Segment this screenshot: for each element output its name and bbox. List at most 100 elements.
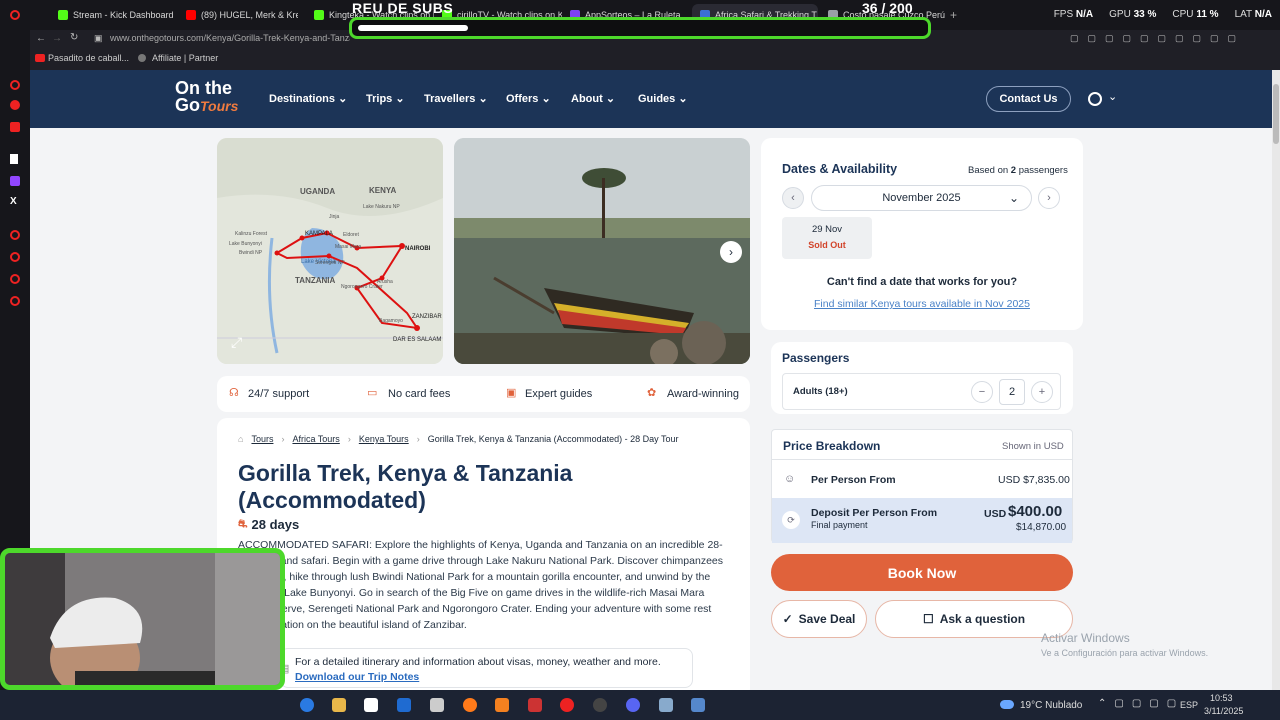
subs-counter: 36 / 200 [862,0,913,16]
sidebar-app-icon[interactable] [10,230,20,240]
sidebar-app-icon[interactable] [10,122,20,132]
globe-icon [138,54,146,62]
price-breakdown-card: Price Breakdown Shown in USD ☺ Per Perso… [771,429,1073,543]
lock-icon: ▣ [94,33,103,43]
back-icon[interactable]: ← [36,33,46,44]
reload-icon[interactable]: ↻ [70,32,78,43]
outlook-icon[interactable] [397,698,411,712]
next-month-button[interactable]: › [1038,187,1060,209]
nav-travellers[interactable]: Travellers ⌄ [424,92,488,105]
deposit-sub: Final payment [811,520,868,530]
sold-out-badge: Sold Out [808,240,846,250]
breadcrumb-link[interactable]: Africa Tours [292,434,339,444]
weather-text[interactable]: 19°C Nublado [1020,700,1082,711]
save-deal-button[interactable]: ✓ Save Deal [771,600,867,638]
tour-description: ACCOMMODATED SAFARI: Explore the highlig… [238,539,723,631]
app-icon[interactable] [430,698,444,712]
nav-guides[interactable]: Guides ⌄ [638,92,688,105]
weather-icon [1000,700,1014,709]
app-icon[interactable] [528,698,542,712]
settings-icon[interactable] [10,296,20,306]
toolbar-icons[interactable]: ▢▢▢▢▢▢▢▢▢▢ [1070,33,1245,44]
calculator-icon[interactable] [691,698,705,712]
nav-about[interactable]: About ⌄ [571,92,615,105]
site-logo[interactable]: On the GoTours [175,79,238,115]
obs-icon[interactable] [593,698,607,712]
lat-value: N/A [1254,9,1272,20]
page-scrollbar[interactable] [1272,70,1280,690]
folder-icon[interactable] [332,698,346,712]
browser-tab[interactable]: Stream - Kick Dashboard [58,6,186,24]
tour-photo[interactable]: › [454,138,750,364]
sidebar-app-icon[interactable] [10,80,20,90]
chevron-right-icon: › [281,434,285,444]
route-map-image[interactable]: UGANDA KENYA TANZANIA Lake Victoria KAMP… [217,138,443,364]
edge-icon[interactable] [300,698,314,712]
month-select[interactable]: November 2025 ⌄ [811,185,1032,211]
webcam-overlay [0,548,285,690]
per-person-value: USD $7,835.00 [998,474,1070,486]
find-similar-link[interactable]: Find similar Kenya tours available in No… [761,298,1083,310]
nav-destinations[interactable]: Destinations ⌄ [269,92,347,105]
chevron-down-icon[interactable]: ⌄ [1108,90,1117,103]
breadcrumb-current: Gorilla Trek, Kenya & Tanzania (Accommod… [427,434,679,444]
adults-row: Adults (18+) − 2 + [782,373,1061,410]
store-icon[interactable] [364,698,378,712]
availability-title: Dates & Availability [782,162,898,176]
windows-watermark-text: Ve a Configuración para activar Windows. [1041,648,1209,658]
bookmark-item[interactable]: Affiliate | Partner [152,53,218,63]
app-icon[interactable] [659,698,673,712]
map-label: UGANDA [300,187,335,196]
book-now-button[interactable]: Book Now [771,554,1073,591]
youtube-icon [186,10,196,20]
vlc-icon[interactable] [495,698,509,712]
feature-no-fees: No card fees [388,388,451,400]
opera-icon[interactable] [10,10,20,20]
sidebar-app-icon[interactable] [10,154,18,164]
twitch-icon[interactable] [10,176,20,186]
user-icon[interactable] [1088,92,1102,106]
home-icon[interactable]: ⌂ [238,434,243,444]
scrollbar-thumb[interactable] [1273,84,1279,144]
nav-trips[interactable]: Trips ⌄ [366,92,405,105]
decrease-button[interactable]: − [971,381,993,403]
nav-offers[interactable]: Offers ⌄ [506,92,551,105]
chevron-down-icon: ⌄ [605,93,616,105]
breadcrumb-link[interactable]: Kenya Tours [359,434,409,444]
history-icon[interactable] [10,252,20,262]
sidebar-app-icon[interactable] [10,100,20,110]
browser-tab[interactable]: (89) HUGEL, Merk & Kremont [186,6,298,24]
deposit-value: $400.00 [1008,503,1063,520]
tray-icons[interactable]: ⌃▢▢▢▢ [1098,698,1184,709]
expand-icon[interactable]: ⤢ [231,334,242,351]
next-image-button[interactable]: › [720,241,742,263]
chevron-down-icon: ⌄ [338,93,348,105]
features-strip: ☊ 24/7 support ▭ No card fees ▣ Expert g… [217,376,750,412]
new-tab-button[interactable]: + [950,6,957,24]
passenger-count[interactable]: 2 [999,379,1025,405]
forward-icon[interactable]: → [52,33,62,44]
prev-month-button[interactable]: ‹ [782,187,804,209]
clock-date[interactable]: 3/11/2025 [1204,706,1243,716]
trip-notes-text: For a detailed itinerary and information… [295,656,661,668]
award-icon: ✿ [647,387,657,399]
clock-time[interactable]: 10:53 [1210,693,1233,703]
increase-button[interactable]: + [1031,381,1053,403]
url-input[interactable]: www.onthegotours.com/Kenya/Gorilla-Trek-… [110,33,350,43]
contact-us-button[interactable]: Contact Us [986,86,1071,112]
performance-stats: FPS N/A GPU 33 % CPU 11 % LAT N/A [1053,9,1272,20]
sidebar-app-icon[interactable] [10,274,20,284]
divider [772,459,1072,460]
route-map: UGANDA KENYA TANZANIA Lake Victoria KAMP… [217,138,443,364]
breadcrumb-link[interactable]: Tours [251,434,273,444]
language-indicator[interactable]: ESP [1180,700,1198,710]
bookmark-item[interactable]: Pasadito de caball... [48,53,129,63]
firefox-icon[interactable] [463,698,477,712]
map-label: NAIROBI [405,246,431,252]
discord-icon[interactable] [626,698,640,712]
date-slot[interactable]: 29 Nov Sold Out [782,217,872,259]
opera-icon[interactable] [560,698,574,712]
download-trip-notes-link[interactable]: Download our Trip Notes [295,671,419,683]
x-icon[interactable]: X [10,196,17,207]
passengers-title: Passengers [782,351,850,365]
